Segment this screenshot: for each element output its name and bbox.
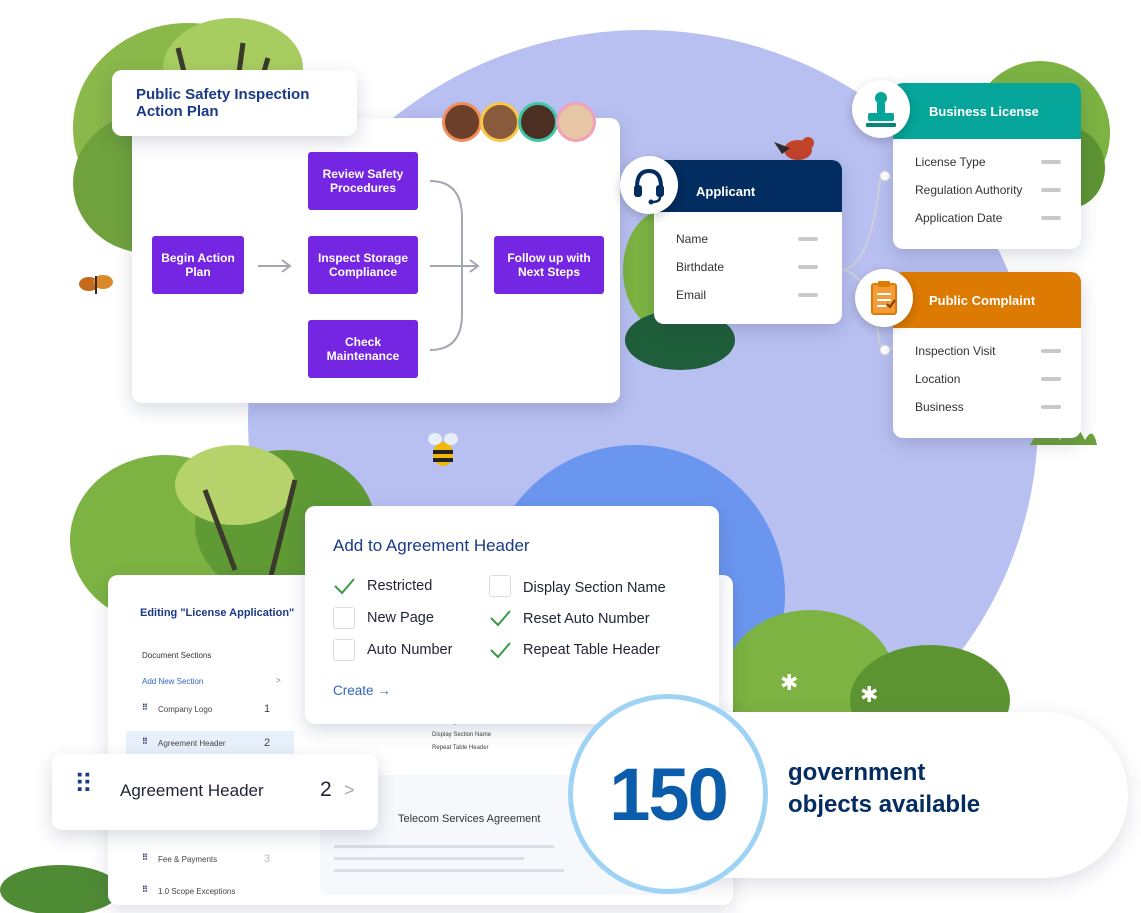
field-birthdate: Birthdate xyxy=(676,260,725,274)
checkbox-new-page[interactable] xyxy=(333,607,355,629)
chip-number: 2 xyxy=(320,778,332,801)
value-placeholder xyxy=(798,293,818,297)
section-number: 3 xyxy=(264,853,271,865)
chip-label: Agreement Header xyxy=(120,781,264,800)
avatar xyxy=(518,102,558,142)
value-placeholder xyxy=(1041,160,1061,164)
public-complaint-card[interactable]: Public Complaint Inspection Visit Locati… xyxy=(893,272,1081,438)
create-link[interactable]: Create → xyxy=(333,683,391,698)
action-plan-title: Public Safety Inspection Action Plan xyxy=(136,86,310,120)
chevron-right-icon[interactable]: > xyxy=(344,780,355,801)
field-business: Business xyxy=(915,400,964,414)
preview-item: Repeat Table Header xyxy=(432,745,489,751)
checkbox-display-section-name[interactable] xyxy=(489,575,511,597)
butterfly-illustration xyxy=(79,275,113,294)
value-placeholder xyxy=(1041,216,1061,220)
field-location: Location xyxy=(915,372,961,386)
object-connectors xyxy=(840,170,899,356)
stamp-icon xyxy=(852,80,910,138)
value-placeholder xyxy=(1041,349,1061,353)
option-label-new-page: New Page xyxy=(367,610,434,626)
checkbox-repeat-table-header[interactable] xyxy=(489,639,511,661)
plant-illustration-bottom-left xyxy=(0,865,120,913)
option-label-restricted: Restricted xyxy=(367,578,433,594)
public-complaint-header: Public Complaint xyxy=(893,272,1081,328)
clipboard-icon xyxy=(855,269,913,327)
grip-icon: ⠿ xyxy=(142,703,148,712)
applicant-card[interactable]: Applicant Name Birthdate Email xyxy=(654,160,842,324)
add-to-agreement-header-popup: Add to Agreement Header Restricted Displ… xyxy=(305,506,719,724)
avatar xyxy=(442,102,482,142)
section-label: Agreement Header xyxy=(158,739,226,748)
section-number: 1 xyxy=(264,703,271,715)
field-name: Name xyxy=(676,232,709,246)
field-email: Email xyxy=(676,288,707,302)
headset-icon xyxy=(620,156,678,214)
grip-icon: ⠿ xyxy=(142,737,148,746)
stat-line-1: government xyxy=(788,759,926,786)
stat-line-2: objects available xyxy=(788,791,981,818)
text-line xyxy=(334,845,554,848)
list-item[interactable]: ⠿ Company Logo 1 xyxy=(126,697,294,727)
add-section-link[interactable]: Add New Section xyxy=(142,677,203,686)
flow-connectors xyxy=(258,180,480,351)
value-placeholder xyxy=(1041,377,1061,381)
applicant-header: Applicant xyxy=(654,160,842,212)
avatar xyxy=(480,102,520,142)
popup-title: Add to Agreement Header xyxy=(333,536,530,555)
option-label-reset-auto-number: Reset Auto Number xyxy=(523,611,650,627)
bee-illustration xyxy=(428,433,458,466)
list-item[interactable]: ⠿ 1.0 Scope Exceptions xyxy=(126,879,294,909)
stat-number: 150 xyxy=(609,752,728,836)
grip-icon: ⠿ xyxy=(142,853,148,862)
public-complaint-title: Public Complaint xyxy=(929,293,1036,308)
section-label: 1.0 Scope Exceptions xyxy=(158,887,236,896)
chevron-right-icon: > xyxy=(276,676,281,685)
value-placeholder xyxy=(1041,188,1061,192)
option-label-auto-number: Auto Number xyxy=(367,642,453,658)
svg-text:✱: ✱ xyxy=(860,683,878,708)
section-label: Company Logo xyxy=(158,705,213,714)
editor-title: Editing "License Application" xyxy=(140,607,295,619)
text-line xyxy=(334,857,524,860)
grip-icon: ⠿ xyxy=(142,885,148,894)
grip-icon: ⠿ xyxy=(74,769,93,799)
sections-label: Document Sections xyxy=(142,651,212,660)
applicant-title: Applicant xyxy=(696,184,756,199)
field-application-date: Application Date xyxy=(915,211,1003,225)
business-license-card[interactable]: Business License License Type Regulation… xyxy=(893,83,1081,249)
checkbox-auto-number[interactable] xyxy=(333,639,355,661)
preview-item: Display Section Name xyxy=(432,732,492,738)
field-regulation-authority: Regulation Authority xyxy=(915,183,1023,197)
checkbox-reset-auto-number[interactable] xyxy=(489,607,511,629)
value-placeholder xyxy=(798,265,818,269)
section-label: Fee & Payments xyxy=(158,855,218,864)
action-plan-title-card: Public Safety Inspection Action Plan xyxy=(112,70,357,136)
avatar xyxy=(556,102,596,142)
field-license-type: License Type xyxy=(915,155,986,169)
list-item[interactable]: ⠿ Fee & Payments 3 xyxy=(126,847,294,877)
section-number: 2 xyxy=(264,737,271,749)
text-line xyxy=(334,869,564,872)
business-license-header: Business License xyxy=(893,83,1081,139)
option-label-display-section-name: Display Section Name xyxy=(523,580,666,596)
action-plan-card: Begin Action Plan Review Safety Procedur… xyxy=(132,118,620,403)
field-inspection-visit: Inspection Visit xyxy=(915,344,996,358)
value-placeholder xyxy=(798,237,818,241)
checkbox-restricted[interactable] xyxy=(333,575,355,597)
value-placeholder xyxy=(1041,405,1061,409)
stat-number-circle: 150 xyxy=(568,694,768,894)
business-license-title: Business License xyxy=(929,104,1039,119)
agreement-header-chip[interactable]: ⠿ Agreement Header 2 > xyxy=(52,754,378,830)
option-label-repeat-table-header: Repeat Table Header xyxy=(523,642,660,658)
svg-text:✱: ✱ xyxy=(780,671,798,696)
document-title: Telecom Services Agreement xyxy=(398,813,541,825)
